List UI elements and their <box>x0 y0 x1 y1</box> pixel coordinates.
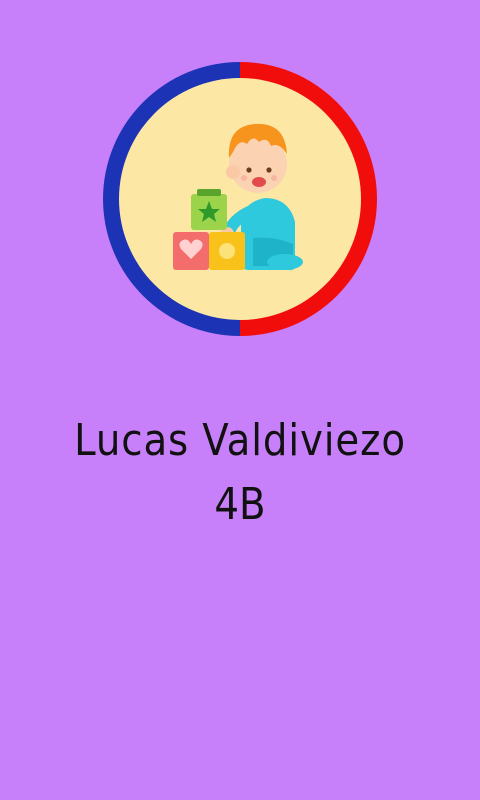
student-name: Lucas Valdiviezo <box>74 415 406 466</box>
baby-with-toy-blocks-icon <box>103 62 377 336</box>
profile-avatar <box>103 62 377 336</box>
avatar-background <box>119 78 361 320</box>
student-grade: 4B <box>214 479 266 530</box>
